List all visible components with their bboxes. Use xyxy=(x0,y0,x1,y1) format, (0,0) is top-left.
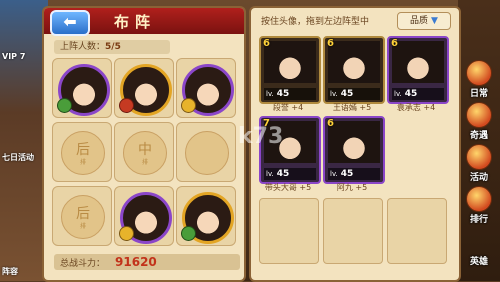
hero-level: lv. 45 xyxy=(392,88,444,100)
slot-row-char: 后 xyxy=(76,206,90,222)
ranking-icon xyxy=(466,186,492,212)
hero-card[interactable]: 6 lv. 45 xyxy=(387,36,449,104)
hero-face xyxy=(328,41,380,83)
formation-slot[interactable] xyxy=(114,186,174,246)
slot-row-char: 中 xyxy=(138,142,152,158)
hero-card[interactable]: 6 lv. 45 xyxy=(323,36,385,104)
slot-row-sub: 排 xyxy=(141,159,148,166)
formation-slot[interactable] xyxy=(52,58,112,118)
empty-roster-slot xyxy=(259,198,319,264)
ranking-label: 排行 xyxy=(469,215,488,225)
star-badge: 6 xyxy=(263,38,270,49)
daily-icon xyxy=(466,60,492,86)
lineup-count-value: 5/5 xyxy=(105,42,121,52)
empty-slot-marker: 中排 xyxy=(123,131,167,175)
empty-slot-marker: 后排 xyxy=(61,131,105,175)
watermark: k73 xyxy=(238,124,284,149)
class-badge-icon xyxy=(119,98,134,113)
seven-day-event-label[interactable]: 七日活动 xyxy=(2,152,34,163)
formation-slot[interactable] xyxy=(114,58,174,118)
back-button[interactable]: ⬅ xyxy=(50,10,90,36)
heroes-button[interactable]: 英雄 xyxy=(462,254,496,267)
events-icon xyxy=(466,144,492,170)
lineup-label[interactable]: 阵容 xyxy=(2,266,18,277)
hero-card[interactable]: 6 lv. 45 xyxy=(323,116,385,184)
formation-slot[interactable] xyxy=(176,58,236,118)
adventure-icon xyxy=(466,102,492,128)
formation-slot[interactable]: 中排 xyxy=(114,122,174,182)
ranking-button[interactable]: 排行 xyxy=(462,186,496,225)
class-badge-icon xyxy=(57,98,72,113)
daily-label: 日常 xyxy=(469,89,488,99)
class-badge-icon xyxy=(181,226,196,241)
total-power: 总战斗力： 91620 xyxy=(54,254,240,270)
total-power-label: 总战斗力： xyxy=(60,259,106,269)
formation-panel: ⬅ 布阵 上阵人数：5/5 后排 中排 后排 总战斗力： 91620 xyxy=(42,6,246,282)
empty-roster-slot xyxy=(323,198,383,264)
total-power-value: 91620 xyxy=(115,255,157,269)
class-badge-icon xyxy=(181,98,196,113)
hero-name: 带头大哥 +5 xyxy=(264,183,312,192)
lineup-count: 上阵人数：5/5 xyxy=(54,40,170,54)
star-badge: 6 xyxy=(391,38,398,49)
hero-name: 王语嫣 +5 xyxy=(332,103,372,112)
empty-roster-slot xyxy=(387,198,447,264)
daily-button[interactable]: 日常 xyxy=(462,60,496,99)
quality-filter-button[interactable]: 品质 ▼ xyxy=(397,12,451,30)
vip-label[interactable]: VIP 7 xyxy=(2,52,25,61)
hero-face xyxy=(264,41,316,83)
events-button[interactable]: 活动 xyxy=(462,144,496,183)
hero-level: lv. 45 xyxy=(328,168,380,180)
hero-face xyxy=(392,41,444,83)
quality-filter-label: 品质 xyxy=(410,16,429,26)
hero-level: lv. 45 xyxy=(264,168,316,180)
lineup-count-label: 上阵人数： xyxy=(60,42,106,52)
heroes-label: 英雄 xyxy=(469,257,488,267)
hero-face xyxy=(328,121,380,163)
right-side-menu: 日常 奇遇 活动 排行 英雄 xyxy=(458,0,500,281)
hero-level: lv. 45 xyxy=(328,88,380,100)
hero-name: 袁承志 +4 xyxy=(396,103,436,112)
hero-level: lv. 45 xyxy=(264,88,316,100)
formation-grid: 后排 中排 后排 xyxy=(52,58,236,248)
page-title: 布阵 xyxy=(114,13,157,31)
slot-row-sub: 排 xyxy=(79,223,86,230)
adventure-button[interactable]: 奇遇 xyxy=(462,102,496,141)
slot-row-char: 后 xyxy=(76,142,90,158)
star-badge: 6 xyxy=(327,38,334,49)
formation-slot[interactable]: 后排 xyxy=(52,186,112,246)
class-badge-icon xyxy=(119,226,134,241)
left-side-strip: VIP 7 七日活动 阵容 xyxy=(0,0,48,281)
formation-slot[interactable] xyxy=(176,186,236,246)
chevron-down-icon: ▼ xyxy=(431,16,438,26)
formation-slot[interactable] xyxy=(176,122,236,182)
empty-slot-marker xyxy=(185,131,229,175)
title-bar: ⬅ 布阵 xyxy=(44,8,244,36)
formation-slot[interactable]: 后排 xyxy=(52,122,112,182)
hero-card[interactable]: 6 lv. 45 xyxy=(259,36,321,104)
empty-slot-marker: 后排 xyxy=(61,195,105,239)
hero-name: 段誉 +4 xyxy=(272,103,304,112)
drag-hint: 按住头像，拖到左边阵型中 xyxy=(261,17,370,27)
slot-row-sub: 排 xyxy=(79,159,86,166)
adventure-label: 奇遇 xyxy=(469,131,488,141)
star-badge: 6 xyxy=(327,118,334,129)
hero-name: 阿九 +5 xyxy=(336,183,368,192)
events-label: 活动 xyxy=(469,173,488,183)
